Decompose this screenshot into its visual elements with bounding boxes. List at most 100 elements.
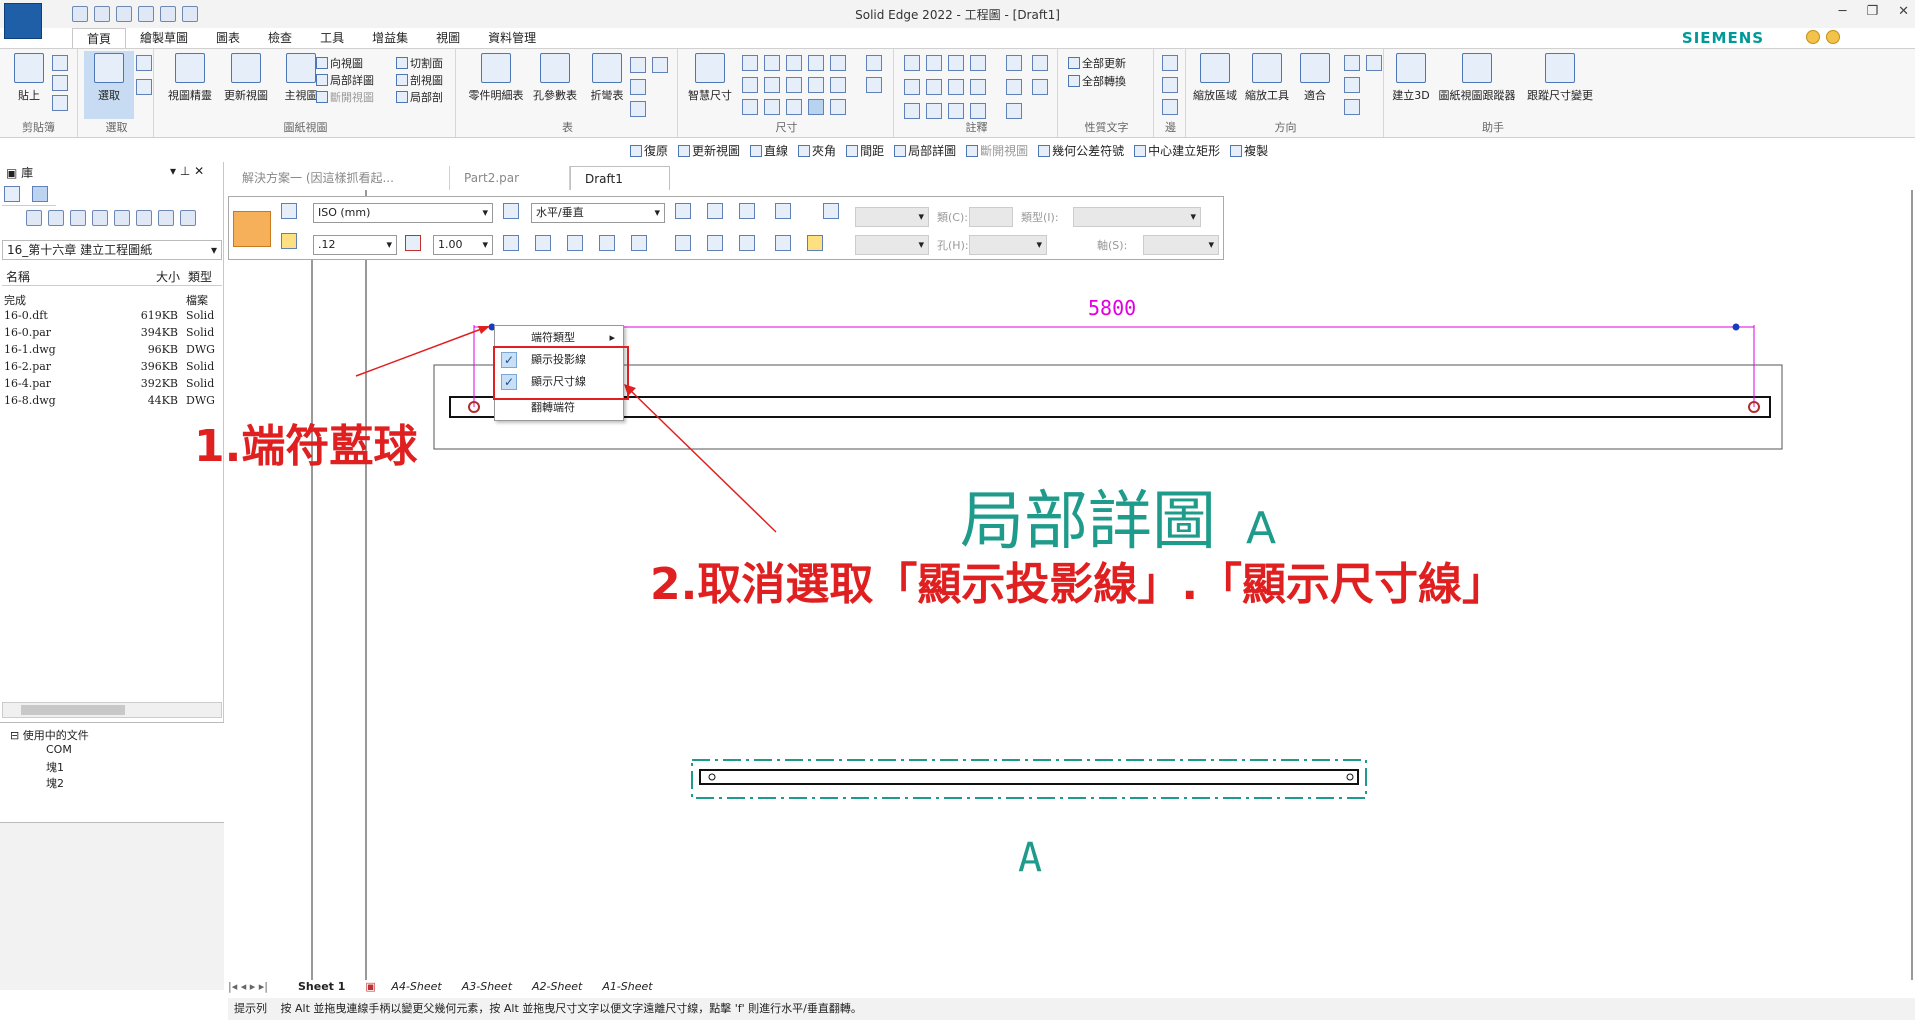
zoom-icon[interactable] <box>1344 55 1360 71</box>
pane-tab-icon-2[interactable] <box>32 186 48 202</box>
table-icon-1[interactable] <box>630 57 646 73</box>
back-icon[interactable] <box>70 210 86 226</box>
dim-icon-5[interactable] <box>830 55 846 71</box>
scroll-thumb[interactable] <box>21 705 125 715</box>
sheet-tab-1[interactable]: Sheet 1 <box>288 980 355 996</box>
dim-tool-11[interactable] <box>739 235 755 251</box>
properties-icon[interactable] <box>281 203 297 219</box>
edge-icon-2[interactable] <box>1162 77 1178 93</box>
view-wizard-button[interactable]: 視圖精靈 <box>160 51 220 103</box>
precision-select[interactable]: .12 ▾ <box>313 235 397 255</box>
new-folder-icon[interactable] <box>136 210 152 226</box>
annot-icon-13[interactable] <box>904 103 920 119</box>
pane-controls[interactable]: ▾ ⊥ ✕ <box>170 164 204 178</box>
col-size[interactable]: 大小 <box>110 268 184 285</box>
horizontal-scrollbar[interactable] <box>2 702 222 718</box>
dim-tool-7[interactable] <box>707 203 723 219</box>
smart-dimension-button[interactable]: 智慧尺寸 <box>682 51 738 103</box>
dim-icon-7[interactable] <box>764 77 780 93</box>
folder-path-select[interactable]: 16_第十六章 建立工程圖紙 ▾ <box>2 240 222 260</box>
frown-icon[interactable] <box>1826 30 1840 44</box>
sheet-background-icon[interactable]: ▣ <box>355 980 381 996</box>
round-off-icon[interactable] <box>405 235 421 251</box>
tab-inspect[interactable]: 檢查 <box>254 28 306 48</box>
dim-tool-2[interactable] <box>535 235 551 251</box>
cmd-center-rect[interactable]: 中心建立矩形 <box>1134 142 1220 160</box>
table-icon-2[interactable] <box>652 57 668 73</box>
select-arrow-button[interactable] <box>233 211 271 247</box>
sheet-tab-a1[interactable]: A1-Sheet <box>592 980 662 996</box>
dim-tool-6[interactable] <box>675 203 691 219</box>
dim-tool-8[interactable] <box>739 203 755 219</box>
annot-icon-6[interactable] <box>1032 55 1048 71</box>
cmd-detail[interactable]: 局部詳圖 <box>894 142 956 160</box>
dim-icon-14[interactable] <box>808 99 824 115</box>
annot-icon-14[interactable] <box>926 103 942 119</box>
annot-icon-2[interactable] <box>926 55 942 71</box>
update-all-button[interactable]: 全部更新 <box>1068 55 1126 71</box>
grid-view-icon[interactable] <box>158 210 174 226</box>
tree-item[interactable]: 塊2 <box>46 775 64 791</box>
dim-icon-9[interactable] <box>808 77 824 93</box>
tab-addins[interactable]: 增益集 <box>358 28 422 48</box>
dim-tool-3[interactable] <box>567 235 583 251</box>
dim-icon-17[interactable] <box>866 77 882 93</box>
orientation-icon[interactable] <box>503 203 519 219</box>
cut-icon[interactable] <box>52 55 68 71</box>
list-item[interactable]: 16-0.dft 619KB Solid <box>4 309 222 326</box>
forward-icon[interactable] <box>92 210 108 226</box>
copy-icon[interactable] <box>52 75 68 91</box>
list-item[interactable]: 完成 檔案 <box>4 292 222 309</box>
sheet-nav-buttons[interactable]: |◂ ◂ ▸ ▸| <box>228 980 288 996</box>
dim-tool-9[interactable] <box>675 235 691 251</box>
cmd-undo[interactable]: 復原 <box>630 142 668 160</box>
annot-icon-7[interactable] <box>904 79 920 95</box>
update-views-button[interactable]: 更新視圖 <box>216 51 276 103</box>
table-icon-3[interactable] <box>630 79 646 95</box>
annot-icon-16[interactable] <box>970 103 986 119</box>
list-item[interactable]: 16-0.par 394KB Solid <box>4 326 222 343</box>
tab-charts[interactable]: 圖表 <box>202 28 254 48</box>
bend-table-button[interactable]: 折彎表 <box>582 51 632 103</box>
paste-button[interactable]: 貼上 <box>4 51 54 103</box>
cmd-angle[interactable]: 夾角 <box>798 142 836 160</box>
menu-terminator-type[interactable]: 端符類型 ▸ <box>495 328 623 348</box>
dim-icon-16[interactable] <box>866 55 882 71</box>
dim-icon-13[interactable] <box>786 99 802 115</box>
cutting-plane-button[interactable]: 切割面 <box>396 55 443 71</box>
dim-tool-13[interactable] <box>807 235 823 251</box>
dim-tool-5[interactable] <box>631 235 647 251</box>
menu-flip-terminator[interactable]: 翻轉端符 <box>495 398 623 418</box>
edge-icon-1[interactable] <box>1162 55 1178 71</box>
select-filter-icon[interactable] <box>136 55 152 71</box>
smile-icon[interactable] <box>1806 30 1820 44</box>
broken-out-button[interactable]: 局部剖 <box>396 89 443 105</box>
dim-tool-10[interactable] <box>707 235 723 251</box>
cmd-gdt[interactable]: 幾何公差符號 <box>1038 142 1124 160</box>
pane-tab-icon-1[interactable] <box>4 186 20 202</box>
dim-icon-1[interactable] <box>742 55 758 71</box>
dim-icon-4[interactable] <box>808 55 824 71</box>
restore-icon[interactable]: ❐ <box>1866 4 1878 19</box>
annot-icon-1[interactable] <box>904 55 920 71</box>
create-3d-button[interactable]: 建立3D <box>1390 51 1432 103</box>
annot-icon-4[interactable] <box>970 55 986 71</box>
tab-sketch[interactable]: 繪製草圖 <box>126 28 202 48</box>
cmd-spacing[interactable]: 間距 <box>846 142 884 160</box>
annot-icon-17[interactable] <box>1006 103 1022 119</box>
annot-icon-15[interactable] <box>948 103 964 119</box>
select-tool-icon[interactable] <box>136 79 152 95</box>
dim-icon-3[interactable] <box>786 55 802 71</box>
annot-icon-8[interactable] <box>926 79 942 95</box>
view-icon[interactable] <box>26 210 42 226</box>
col-type[interactable]: 類型 <box>184 268 220 285</box>
dimension-tracker-button[interactable]: 跟蹤尺寸變更 <box>1522 51 1598 103</box>
sheet-tab-a3[interactable]: A3-Sheet <box>452 980 522 996</box>
close-icon[interactable]: ✕ <box>1898 4 1909 19</box>
parts-list-button[interactable]: 零件明細表 <box>466 51 526 103</box>
list-item[interactable]: 16-8.dwg 44KB DWG <box>4 394 222 411</box>
dim-icon-15[interactable] <box>830 99 846 115</box>
list-item[interactable]: 16-4.par 392KB Solid <box>4 377 222 394</box>
edge-icon-3[interactable] <box>1162 99 1178 115</box>
zoom-tool-button[interactable]: 縮放工具 <box>1240 51 1294 103</box>
